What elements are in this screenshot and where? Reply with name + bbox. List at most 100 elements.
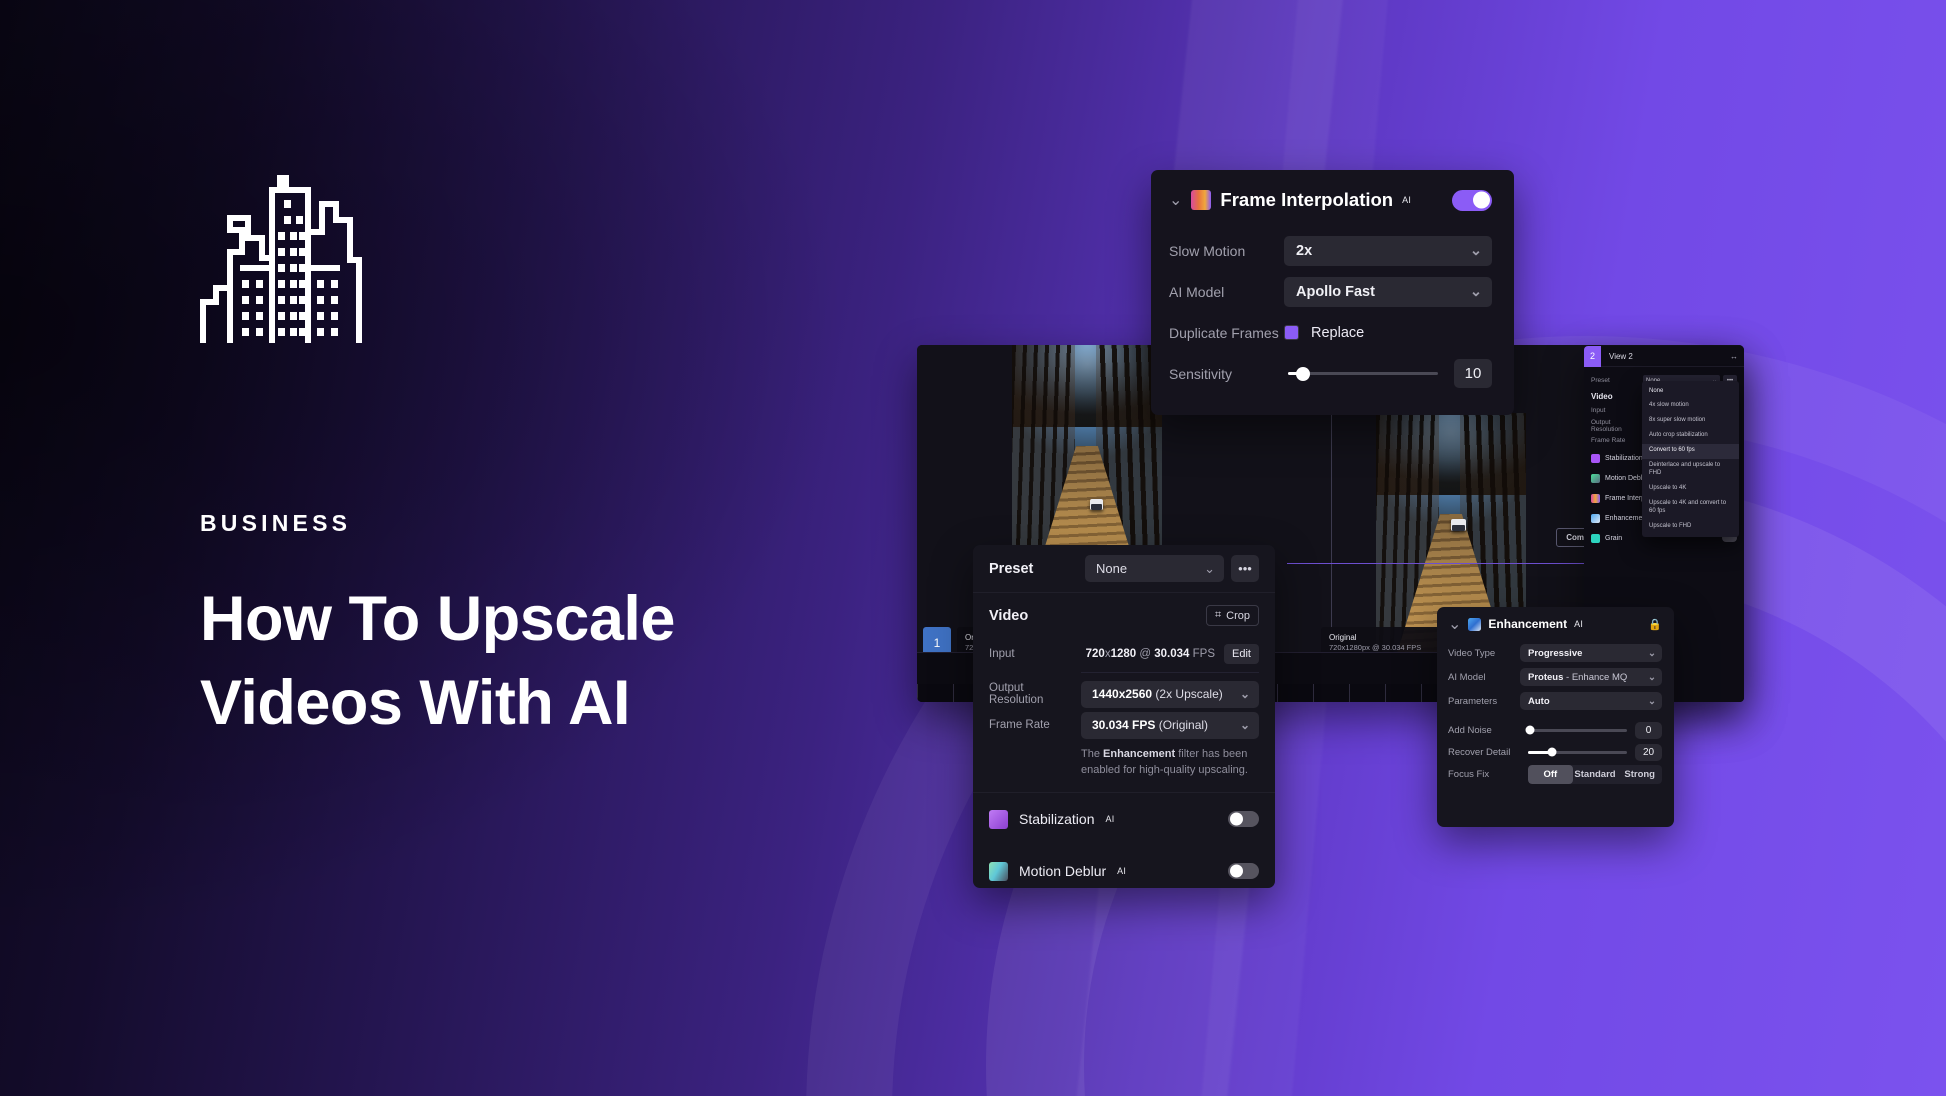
view2-output-res-label: Output Resolution [1591,418,1622,433]
focus-fix-row: Focus Fix Off Standard Strong [1448,763,1662,785]
chevron-down-icon[interactable]: ⌄ [1169,190,1182,210]
sensitivity-label: Sensitivity [1169,365,1233,382]
frame-interpolation-panel: ⌄ Frame Interpolation AI Slow Motion 2x … [1151,170,1514,415]
settings-video-section: Video ⌗ Crop Input 720x1280 @ 30.034 FPS… [973,593,1275,794]
settings-output-resolution-select[interactable]: 1440x2560 (2x Upscale) ⌄ [1081,680,1259,708]
view2-preset-label: Preset [1591,377,1610,384]
dropdown-option-8x-super-slow[interactable]: 8x super slow motion [1642,414,1739,429]
settings-input-row: Input 720x1280 @ 30.034 FPS Edit [989,640,1259,668]
stabilization-toggle[interactable] [1228,811,1259,828]
enhancement-ai-model-select[interactable]: Proteus - Enhance MQ ⌄ [1520,668,1662,686]
video-settings-panel: Preset None ⌄ ••• Video ⌗ Crop Input 720… [973,545,1275,888]
focus-fix-segmented-control[interactable]: Off Standard Strong [1528,764,1662,784]
chevron-down-icon[interactable]: ⌄ [1448,614,1461,634]
badge-title: Original [1329,633,1357,642]
focus-fix-option-standard[interactable]: Standard [1573,765,1618,784]
page-title: How To Upscale Videos With AI [200,577,840,746]
settings-preset-label: Preset [989,560,1034,577]
crop-icon: ⌗ [1214,609,1222,621]
focus-fix-option-off[interactable]: Off [1528,764,1573,784]
lock-icon[interactable]: 🔒 [1648,618,1662,631]
slow-motion-select[interactable]: 2x ⌄ [1284,235,1492,266]
video-type-value: Progressive [1528,647,1583,659]
view2-frame-rate-label: Frame Rate [1591,437,1626,444]
frame-interpolation-header: ⌄ Frame Interpolation AI [1151,170,1514,230]
filter-label: Motion Deblur [1019,863,1107,880]
video-type-select[interactable]: Progressive ⌄ [1520,644,1662,662]
stabilization-icon [1591,453,1600,463]
duplicate-frames-checkbox[interactable] [1284,325,1299,340]
dropdown-option-4x-slow[interactable]: 4x slow motion [1642,399,1739,414]
settings-filter-motion-deblur[interactable]: Motion Deblur AI [973,845,1275,888]
view2-number-chip[interactable]: 2 [1584,346,1601,367]
add-noise-slider[interactable] [1525,725,1627,735]
filter-label: Grain [1605,534,1623,542]
parameters-select[interactable]: Auto ⌄ [1520,692,1662,710]
enhancement-note: The Enhancement filter has been enabled … [1081,748,1248,776]
chevron-down-icon: ⌄ [1239,687,1250,701]
frame-interpolation-title: Frame Interpolation [1220,189,1394,210]
frame-interpolation-icon [1591,493,1600,503]
crop-button[interactable]: ⌗ Crop [1205,605,1259,626]
enhancement-title: Enhancement [1488,617,1568,631]
dropdown-option-convert-60fps[interactable]: Convert to 60 fps [1642,443,1739,459]
dropdown-option-auto-crop[interactable]: Auto crop stabilization [1642,429,1739,444]
parameters-value: Auto [1528,695,1550,707]
enhancement-panel: ⌄ Enhancement AI 🔒 Video Type Progressiv… [1437,607,1674,827]
filter-ai-badge: AI [1105,814,1115,825]
settings-filter-stabilization[interactable]: Stabilization AI [973,793,1275,845]
chevron-down-icon: ⌄ [1648,695,1656,707]
input-height: 1280 [1110,648,1137,660]
dropdown-option-upscale-4k[interactable]: Upscale to 4K [1642,481,1739,496]
settings-input-label: Input [989,648,1015,660]
ai-badge: AI [1574,619,1584,629]
view2-input-label: Input [1591,407,1606,414]
preset-dropdown-menu[interactable]: None 4x slow motion 8x super slow motion… [1642,381,1739,537]
settings-preset-value: None [1096,561,1128,576]
ai-model-select[interactable]: Apollo Fast ⌄ [1284,276,1492,307]
chevron-down-icon: ⌄ [1469,242,1482,259]
settings-preset-more-button[interactable]: ••• [1231,555,1259,582]
page-title-line1: How To Upscale [200,584,675,654]
add-noise-label: Add Noise [1448,724,1492,736]
dropdown-option-upscale-fhd[interactable]: Upscale to FHD [1642,519,1739,534]
slow-motion-value: 2x [1296,242,1313,259]
recover-detail-value[interactable]: 20 [1635,743,1662,761]
page-title-line2: Videos With AI [200,668,630,739]
sensitivity-value[interactable]: 10 [1454,359,1492,388]
enhancement-ai-model-row: AI Model Proteus - Enhance MQ ⌄ [1448,665,1662,689]
expand-arrows-icon[interactable]: ↔ [1730,352,1738,361]
settings-frame-rate-select[interactable]: 30.034 FPS (Original) ⌄ [1081,711,1259,739]
sensitivity-slider[interactable] [1288,366,1438,381]
ai-model-row: AI Model Apollo Fast ⌄ [1169,271,1492,312]
dropdown-option-deinterlace-fhd[interactable]: Deinterlace and upscale to FHD [1642,459,1739,482]
focus-fix-option-strong[interactable]: Strong [1617,765,1662,784]
enhancement-ai-model-value: Proteus - Enhance MQ [1528,671,1628,683]
motion-deblur-icon [1591,473,1600,483]
settings-divider [1081,672,1259,673]
view2-video-heading: Video [1591,392,1613,401]
frame-interpolation-toggle[interactable] [1452,189,1492,211]
sensitivity-row: Sensitivity 10 [1169,353,1492,394]
add-noise-row: Add Noise 0 [1448,719,1662,741]
category-eyebrow: BUSINESS [200,510,352,536]
hero-content: BUSINESS How To Upscale Videos With AI [200,160,840,746]
input-width: 720 [1085,648,1105,660]
frame-rate-value: 30.034 FPS (Original) [1092,718,1209,732]
settings-video-header: Video ⌗ Crop [989,605,1259,626]
dropdown-option-none[interactable]: None [1642,384,1739,399]
input-edit-button[interactable]: Edit [1224,644,1259,664]
input-fps-unit: FPS [1192,648,1216,660]
slow-motion-row: Slow Motion 2x ⌄ [1169,230,1492,271]
frame-interpolation-body: Slow Motion 2x ⌄ AI Model Apollo Fast ⌄ … [1151,230,1514,394]
ai-badge: AI [1402,195,1412,205]
recover-detail-slider[interactable] [1528,747,1627,757]
duplicate-frames-value: Replace [1311,324,1365,341]
view2-header: 2 View 2 ↔ [1584,346,1744,367]
add-noise-value[interactable]: 0 [1635,721,1662,739]
duplicate-frames-label: Duplicate Frames [1169,324,1279,341]
dropdown-option-upscale-4k-60fps[interactable]: Upscale to 4K and convert to 60 fps [1642,496,1739,519]
slow-motion-label: Slow Motion [1169,242,1246,259]
settings-preset-select[interactable]: None ⌄ [1085,555,1224,582]
motion-deblur-toggle[interactable] [1228,863,1259,880]
